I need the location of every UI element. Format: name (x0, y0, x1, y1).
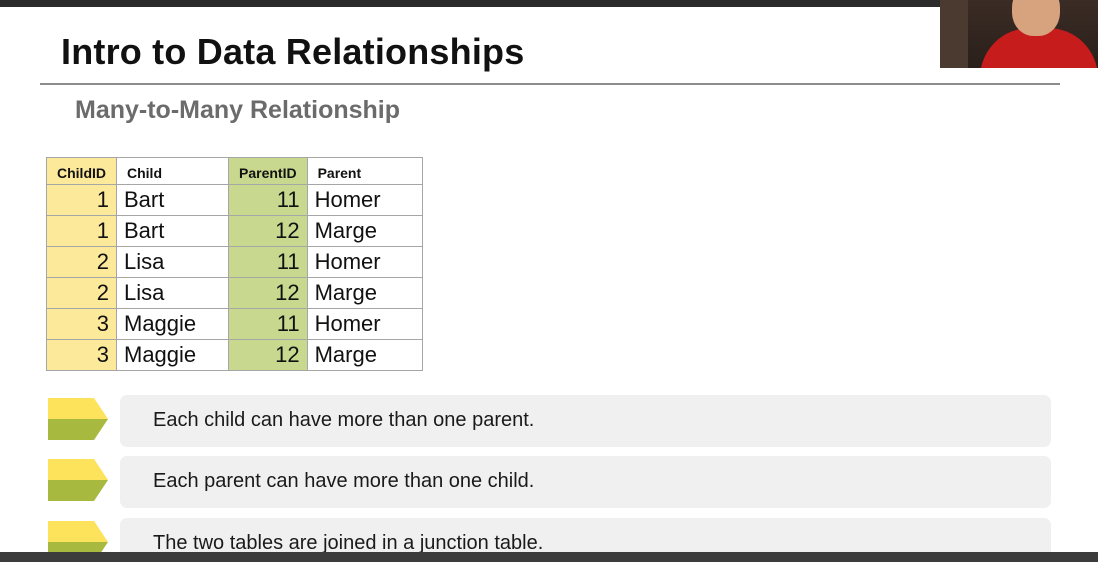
window-top-bar (0, 0, 1098, 7)
cell-parent-id: 12 (228, 215, 308, 247)
cell-child: Bart (116, 184, 229, 216)
table-row: 2 Lisa 11 Homer (46, 246, 423, 278)
table-row: 3 Maggie 11 Homer (46, 308, 423, 340)
bullet-callout: The two tables are joined in a junction … (120, 518, 1051, 552)
cell-parent-id: 11 (228, 184, 308, 216)
table-row: 3 Maggie 12 Marge (46, 339, 423, 371)
header-child-id: ChildID (46, 157, 117, 185)
cell-child-id: 3 (46, 339, 117, 371)
cell-child: Lisa (116, 246, 229, 278)
bullet-text: The two tables are joined in a junction … (153, 532, 544, 552)
window-bottom-bar (0, 552, 1098, 562)
cell-child: Bart (116, 215, 229, 247)
cell-parent-id: 11 (228, 246, 308, 278)
cell-parent-id: 12 (228, 339, 308, 371)
cell-parent: Homer (306, 246, 423, 278)
cell-child-id: 1 (46, 184, 117, 216)
bullet-callout: Each child can have more than one parent… (120, 395, 1051, 447)
cell-parent: Homer (306, 308, 423, 340)
cell-child: Lisa (116, 277, 229, 309)
presentation-slide: Intro to Data Relationships Many-to-Many… (0, 7, 1098, 552)
junction-table: ChildID Child ParentID Parent 1 Bart 11 … (46, 157, 423, 371)
table-row: 1 Bart 11 Homer (46, 184, 423, 216)
bullet-callout: Each parent can have more than one child… (120, 456, 1051, 508)
cell-parent: Marge (306, 277, 423, 309)
presenter-webcam (940, 0, 1098, 68)
header-parent: Parent (306, 157, 423, 185)
cell-child-id: 2 (46, 246, 117, 278)
cell-parent: Marge (306, 215, 423, 247)
cell-parent: Marge (306, 339, 423, 371)
arrow-bullet-icon (48, 521, 108, 552)
title-divider (40, 83, 1060, 85)
table-row: 1 Bart 12 Marge (46, 215, 423, 247)
cell-child-id: 1 (46, 215, 117, 247)
bullet-text: Each parent can have more than one child… (153, 470, 535, 492)
table-row: 2 Lisa 12 Marge (46, 277, 423, 309)
cell-child-id: 3 (46, 308, 117, 340)
cell-child-id: 2 (46, 277, 117, 309)
cell-parent: Homer (306, 184, 423, 216)
cell-parent-id: 12 (228, 277, 308, 309)
bullet-text: Each child can have more than one parent… (153, 409, 535, 431)
header-parent-id: ParentID (228, 157, 308, 185)
arrow-bullet-icon (48, 398, 108, 440)
slide-subtitle: Many-to-Many Relationship (75, 96, 401, 124)
header-child: Child (116, 157, 229, 185)
arrow-bullet-icon (48, 459, 108, 501)
table-header-row: ChildID Child ParentID Parent (46, 157, 423, 185)
cell-parent-id: 11 (228, 308, 308, 340)
cell-child: Maggie (116, 308, 229, 340)
cell-child: Maggie (116, 339, 229, 371)
slide-title: Intro to Data Relationships (61, 31, 525, 72)
webcam-background (940, 0, 968, 68)
